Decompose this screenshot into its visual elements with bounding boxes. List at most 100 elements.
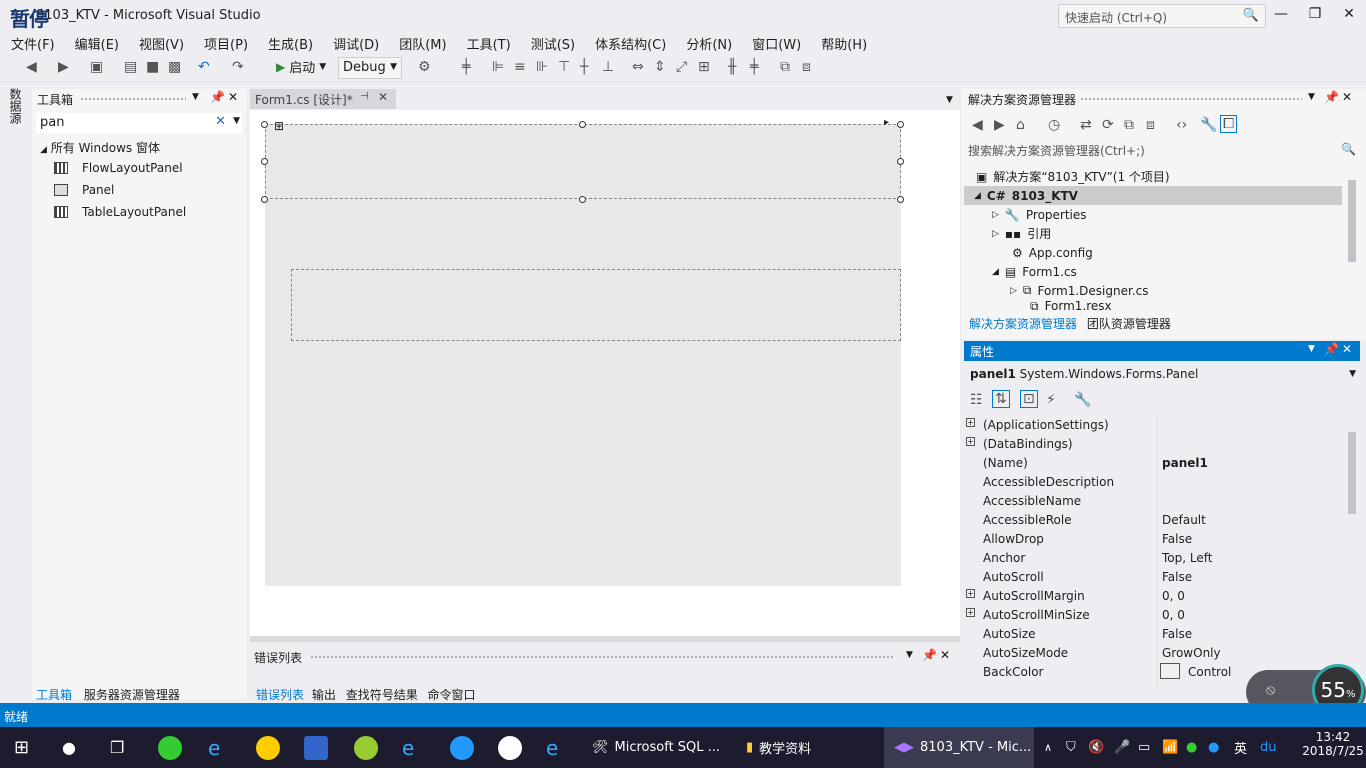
menu-architecture[interactable]: 体系结构(C) [590,32,671,53]
prop-row[interactable]: Anchor Top, Left [966,549,1342,568]
windows-start-icon[interactable]: ⊞ [14,727,29,768]
mic-icon[interactable]: 🎤 [1114,727,1130,768]
toolbox-search-input[interactable]: pan ✕ ▼ [36,113,242,133]
volume-muted-icon[interactable]: 🔇 [1088,727,1104,768]
tool-tablelayoutpanel[interactable]: TableLayoutPanel [54,202,186,222]
menu-help[interactable]: 帮助(H) [816,32,872,53]
taskbar-visual-studio[interactable]: ◀▶ 8103_KTV - Mic... [884,727,1034,768]
save-icon[interactable]: ■ [146,59,159,75]
menu-build[interactable]: 生成(B) [263,32,318,53]
home-icon[interactable]: ⌂ [1016,117,1025,133]
resize-handle[interactable] [261,121,268,128]
prop-row[interactable]: + AutoScrollMargin 0, 0 [966,587,1342,606]
resize-handle[interactable] [261,158,268,165]
network-icon[interactable]: 📶 [1162,727,1178,768]
h-spacing-icon[interactable]: ╫ [728,59,736,75]
redo-icon[interactable]: ↷ [232,59,244,75]
edge-icon[interactable]: e [208,727,220,768]
taskbar-folder[interactable]: ▮ 教学资料 [746,727,866,768]
pin-icon[interactable]: 📌 [1324,90,1339,104]
prop-value[interactable]: Top, Left [1162,551,1212,565]
collapse-all-icon[interactable]: ⧉ [1124,117,1134,133]
close-icon[interactable]: ✕ [940,648,950,662]
prop-row[interactable]: + (ApplicationSettings) [966,416,1342,435]
view-code-icon[interactable]: ‹› [1176,117,1187,133]
align-top-icon[interactable]: ⊤ [558,59,570,75]
search-icon[interactable]: 🔍 [1243,8,1259,23]
tab-output[interactable]: 输出 [312,688,336,702]
bring-front-icon[interactable]: ⧉ [780,59,790,75]
panel2[interactable] [291,269,901,341]
resize-handle[interactable] [579,121,586,128]
toolbox-group[interactable]: ◢ 所有 Windows 窗体 [40,139,160,156]
align-bottom-icon[interactable]: ⊥ [602,59,614,75]
smart-tag-icon[interactable]: ▸ [884,117,889,128]
menu-file[interactable]: 文件(F) [6,32,60,53]
prop-row[interactable]: AllowDrop False [966,530,1342,549]
chevron-down-icon[interactable]: ▼ [946,95,953,105]
close-button[interactable]: ✕ [1334,6,1364,22]
menu-test[interactable]: 测试(S) [526,32,580,53]
prop-row[interactable]: AutoSize False [966,625,1342,644]
prop-value[interactable]: False [1162,627,1192,641]
save-all-icon[interactable]: ▩ [168,59,181,75]
tab-team-explorer[interactable]: 团队资源管理器 [1087,317,1171,331]
prop-value[interactable]: panel1 [1162,456,1208,470]
search-icon[interactable]: 🔍 [1341,142,1356,156]
prop-row[interactable]: AutoScroll False [966,568,1342,587]
horizontal-scrollbar[interactable] [250,636,960,642]
tab-error-list[interactable]: 错误列表 [256,688,304,702]
chevron-down-icon[interactable]: ▼ [233,116,240,126]
prop-value[interactable]: 0, 0 [1162,589,1185,603]
chevron-down-icon[interactable]: ▼ [1308,344,1315,354]
menu-project[interactable]: 项目(P) [199,32,253,53]
tab-command-window[interactable]: 命令窗口 [428,688,476,702]
move-handle-icon[interactable]: ⊞ [274,119,284,133]
feather-icon[interactable] [450,735,474,760]
app-icon[interactable] [304,735,328,760]
menu-edit[interactable]: 编辑(E) [70,32,124,53]
close-icon[interactable]: ✕ [378,90,388,104]
send-back-icon[interactable]: ⧈ [802,59,811,75]
same-width-icon[interactable]: ⇔ [632,59,644,75]
size-to-grid-icon[interactable]: ⊞ [698,59,710,75]
search-app-icon[interactable] [498,735,522,760]
prop-row[interactable]: (Name) panel1 [966,454,1342,473]
start-button[interactable]: ▶ 启动 ▼ [276,57,326,77]
prop-row[interactable]: AccessibleRole Default [966,511,1342,530]
tree-form1-resx[interactable]: ⧉ Form1.resx [1030,300,1112,312]
close-icon[interactable]: ✕ [1342,90,1352,104]
prop-row[interactable]: + (DataBindings) [966,435,1342,454]
prop-value[interactable]: Default [1162,513,1206,527]
alphabetical-icon[interactable]: ⇅ [992,390,1010,408]
open-icon[interactable]: ▤ [124,59,137,75]
panel1-selected[interactable] [265,124,901,199]
prop-row[interactable]: AccessibleName [966,492,1342,511]
tool-panel[interactable]: Panel [54,180,114,200]
tray-app-icon[interactable]: ● [1208,727,1219,768]
chevron-up-icon[interactable]: ∧ [1044,727,1052,768]
ie-icon[interactable]: e [402,727,414,768]
object-selector[interactable]: panel1 System.Windows.Forms.Panel ▼ [964,365,1360,385]
prop-row[interactable]: AutoSizeMode GrowOnly [966,644,1342,663]
events-icon[interactable]: ⚡ [1046,392,1056,408]
tree-form1-designer[interactable]: ▷ ⧉ Form1.Designer.cs [1010,281,1149,300]
tab-form1-designer[interactable]: Form1.cs [设计]* ⊣ ✕ [250,89,396,109]
minimize-button[interactable]: — [1266,6,1296,22]
chevron-down-icon[interactable]: ▼ [906,650,913,660]
align-center-icon[interactable]: ≡ [514,59,526,75]
same-height-icon[interactable]: ⇕ [654,59,666,75]
forward-icon[interactable]: ▶ [58,59,69,75]
clock[interactable]: 13:42 2018/7/25 [1300,730,1366,758]
chevron-down-icon[interactable]: ▼ [1308,92,1315,102]
same-size-icon[interactable]: ⤢ [676,59,687,75]
tab-find-symbol[interactable]: 查找符号结果 [346,688,418,702]
resize-handle[interactable] [897,196,904,203]
prop-value[interactable]: False [1162,532,1192,546]
data-sources-tab[interactable]: 数据源 [8,88,24,124]
resize-handle[interactable] [897,158,904,165]
prop-value[interactable]: False [1162,570,1192,584]
menu-window[interactable]: 窗口(W) [747,32,806,53]
tab-server-explorer[interactable]: 服务器资源管理器 [84,688,180,702]
pin-icon[interactable]: ⊣ [360,91,369,102]
